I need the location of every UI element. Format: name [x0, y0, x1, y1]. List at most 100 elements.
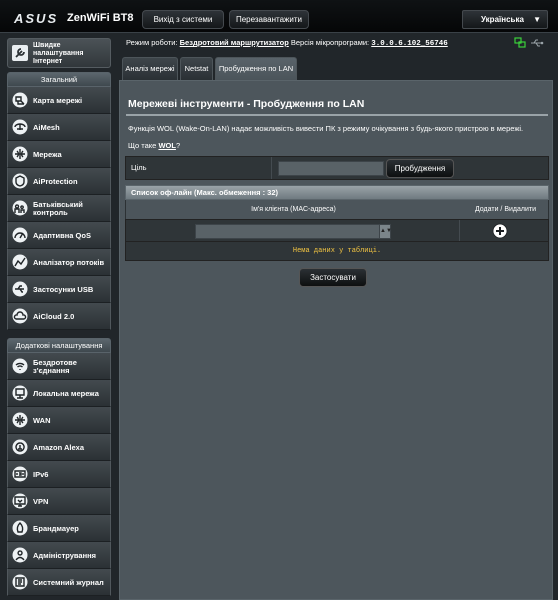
firmware-label: Версія мікропрограми:: [290, 38, 370, 47]
sidebar-item-label: WAN: [33, 415, 51, 425]
combobox-arrow-icon[interactable]: ▲▼: [379, 225, 392, 238]
sidebar-item-label: Amazon Alexa: [33, 442, 84, 452]
sidebar-item[interactable]: Застосунки USB: [7, 276, 111, 303]
target-label: Ціль: [131, 163, 147, 172]
table-input-row: ▲▼: [125, 219, 549, 242]
sidebar-item[interactable]: VPN: [7, 488, 111, 515]
status-line: Режим роботи: Бездротовий маршрутизатор …: [126, 38, 448, 48]
sidebar-item-label: IPv6: [33, 469, 49, 479]
language-value: Українська: [481, 15, 524, 24]
sidebar-item[interactable]: AiProtection: [7, 168, 111, 195]
empty-table-message: Нема даних у таблиці.: [125, 242, 549, 261]
alexa-icon: [12, 439, 28, 455]
tab-wake-on-lan[interactable]: Пробудження по LAN: [215, 57, 297, 80]
sidebar-item-label: VPN: [33, 496, 49, 506]
vpn-icon: [12, 493, 28, 509]
general-menu: Карта мережі AiMesh Мережа AiProtection Бать…: [7, 87, 111, 330]
network-status-icon[interactable]: [514, 37, 526, 49]
target-mac-input[interactable]: [278, 161, 384, 176]
sidebar-item[interactable]: Брандмауер: [7, 515, 111, 542]
wireless-icon: [12, 358, 28, 374]
administration-icon: [12, 547, 28, 563]
sidebar-item-label: Батьківський контроль: [33, 199, 83, 217]
wol-description: Функція WOL (Wake-On-LAN) надає можливіс…: [128, 124, 524, 133]
main-panel: Мережеві інструменти - Пробудження по LA…: [119, 80, 553, 600]
aimesh-icon: [12, 119, 28, 135]
sidebar-item[interactable]: AiMesh: [7, 114, 111, 141]
sidebar-item-label: Мережа: [33, 149, 62, 159]
apply-button[interactable]: Застосувати: [299, 268, 367, 287]
asus-logo: ASUS: [14, 11, 59, 26]
sidebar-item[interactable]: Карта мережі: [7, 87, 111, 114]
sidebar-item[interactable]: IPv6: [7, 461, 111, 488]
general-section-title: Загальний: [7, 72, 111, 87]
sidebar-item-label: Брандмауер: [33, 523, 79, 533]
sidebar-item-label: Аналізатор потоків: [33, 257, 105, 267]
reboot-button[interactable]: Перезавантажити: [229, 10, 309, 29]
sidebar-item-label: Бездротове з'єднання: [33, 357, 77, 375]
wan-globe-icon: [12, 412, 28, 428]
dropdown-arrow-icon: ▼: [533, 15, 541, 24]
cell-divider: [459, 220, 460, 241]
table-column-headers: Ім'я клієнта (MAC-адреса) Додати / Видал…: [125, 200, 549, 219]
sidebar-item-label: AiProtection: [33, 176, 78, 186]
sidebar-item-label: AiCloud 2.0: [33, 311, 75, 321]
advanced-menu: Бездротове з'єднання Локальна мережа WAN Am…: [7, 353, 111, 596]
sidebar-item-label: AiMesh: [33, 122, 60, 132]
sidebar-item[interactable]: WAN: [7, 407, 111, 434]
wrench-icon: [12, 45, 28, 61]
page-title: Мережеві інструменти - Пробудження по LA…: [128, 98, 365, 110]
language-select[interactable]: Українська ▼: [462, 10, 548, 29]
sidebar-item-label: Локальна мережа: [33, 388, 99, 398]
tab-netstat[interactable]: Netstat: [180, 57, 213, 80]
tab-network-analysis[interactable]: Аналіз мережі: [122, 57, 178, 80]
aicloud-icon: [12, 308, 28, 324]
usb-status-icon[interactable]: [530, 37, 544, 49]
sidebar-item[interactable]: Мережа: [7, 141, 111, 168]
wol-help-link[interactable]: WOL: [158, 141, 176, 150]
sidebar-item[interactable]: Amazon Alexa: [7, 434, 111, 461]
quick-internet-setup[interactable]: Швидке налаштування Інтернет: [7, 38, 111, 68]
sidebar-item[interactable]: Аналізатор потоків: [7, 249, 111, 276]
sidebar-item-label: Адміністрування: [33, 550, 97, 560]
title-divider: [126, 114, 548, 116]
traffic-analyzer-icon: [12, 254, 28, 270]
qos-gauge-icon: [12, 227, 28, 243]
sidebar-item[interactable]: Адміністрування: [7, 542, 111, 569]
network-globe-icon: [12, 146, 28, 162]
ipv6-icon: [12, 466, 28, 482]
lan-icon: [12, 385, 28, 401]
wol-question: Що таке WOL?: [128, 141, 180, 150]
router-model: ZenWiFi BT8: [67, 12, 134, 24]
usb-icon: [12, 281, 28, 297]
status-icons: [512, 37, 548, 49]
sidebar-item-label: Застосунки USB: [33, 284, 94, 294]
sidebar-item[interactable]: Локальна мережа: [7, 380, 111, 407]
mode-label: Режим роботи:: [126, 38, 178, 47]
sidebar-item[interactable]: Бездротове з'єднання: [7, 353, 111, 380]
sidebar-item[interactable]: Системний журнал: [7, 569, 111, 596]
aiprotection-icon: [12, 173, 28, 189]
add-plus-icon[interactable]: [492, 223, 508, 239]
firmware-value[interactable]: 3.0.0.6.102_56746: [371, 40, 448, 48]
network-map-icon: [12, 92, 28, 108]
logout-button[interactable]: Вихід з системи: [142, 10, 224, 29]
sidebar-item-label: Системний журнал: [33, 577, 104, 587]
offline-list-header: Список оф-лайн (Макс. обмеження : 32): [125, 185, 549, 200]
parental-control-icon: [12, 200, 28, 216]
advanced-section-title: Додаткові налаштування: [7, 338, 111, 353]
mode-value[interactable]: Бездротовий маршрутизатор: [180, 38, 289, 47]
wake-up-button[interactable]: Пробудження: [386, 159, 454, 178]
firewall-icon: [12, 520, 28, 536]
sidebar-item[interactable]: Батьківський контроль: [7, 195, 111, 222]
quick-setup-label: Швидке налаштування Інтернет: [33, 42, 84, 65]
sidebar-item-label: Карта мережі: [33, 95, 83, 105]
cell-divider: [271, 157, 272, 179]
client-mac-combobox[interactable]: ▲▼: [195, 224, 392, 239]
sidebar-item[interactable]: Адаптивна QoS: [7, 222, 111, 249]
wol-question-suffix: ?: [175, 141, 181, 150]
column-add-delete: Додати / Видалити: [474, 206, 536, 213]
wol-question-prefix: Що таке: [128, 141, 157, 150]
sidebar-item[interactable]: AiCloud 2.0: [7, 303, 111, 330]
system-log-icon: [12, 574, 28, 590]
